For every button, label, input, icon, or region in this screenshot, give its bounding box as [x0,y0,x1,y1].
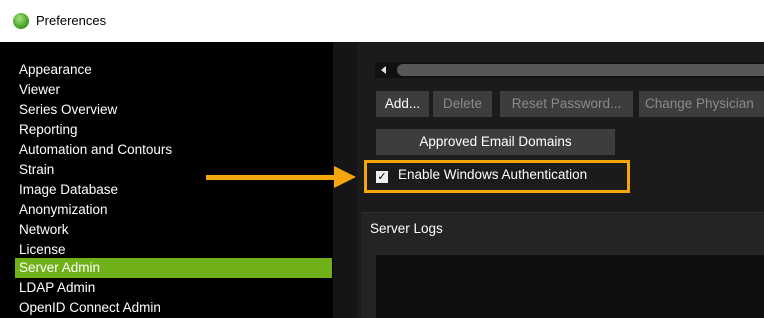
horizontal-scrollbar[interactable] [375,62,764,78]
delete-button[interactable]: Delete [433,91,492,117]
change-physician-button[interactable]: Change Physician [639,91,764,117]
sidebar-item-ldap-admin[interactable]: LDAP Admin [15,278,332,298]
sidebar-item-server-admin[interactable]: Server Admin [15,258,332,278]
server-logs-panel: Server Logs [361,212,764,318]
sidebar-item-license[interactable]: License [15,240,332,260]
title-bar: Preferences [0,0,764,42]
windows-auth-highlight: ✓ Enable Windows Authentication [364,160,630,193]
annotation-arrow [206,175,336,180]
scroll-left-icon[interactable] [381,66,386,74]
sidebar-item-appearance[interactable]: Appearance [15,60,332,80]
approved-email-domains-button[interactable]: Approved Email Domains [376,129,615,155]
reset-password-button[interactable]: Reset Password... [500,91,633,117]
windows-auth-checkbox[interactable]: ✓ [376,171,388,183]
app-logo-icon [13,13,29,29]
sidebar-item-anonymization[interactable]: Anonymization [15,200,332,220]
server-logs-label: Server Logs [370,221,443,236]
windows-auth-label[interactable]: Enable Windows Authentication [398,167,587,182]
add-button[interactable]: Add... [376,91,429,117]
sidebar-item-openid-connect-admin[interactable]: OpenID Connect Admin [15,298,332,318]
preferences-sidebar: Appearance Viewer Series Overview Report… [0,42,333,318]
sidebar-item-reporting[interactable]: Reporting [15,120,332,140]
sidebar-item-series-overview[interactable]: Series Overview [15,100,332,120]
sidebar-item-viewer[interactable]: Viewer [15,80,332,100]
window-title: Preferences [36,13,107,28]
annotation-arrow-head-icon [334,166,356,188]
sidebar-item-image-database[interactable]: Image Database [15,180,332,200]
sidebar-item-network[interactable]: Network [15,220,332,240]
server-logs-area[interactable] [376,255,764,318]
scrollbar-thumb[interactable] [397,64,764,76]
sidebar-item-automation-and-contours[interactable]: Automation and Contours [15,140,332,160]
